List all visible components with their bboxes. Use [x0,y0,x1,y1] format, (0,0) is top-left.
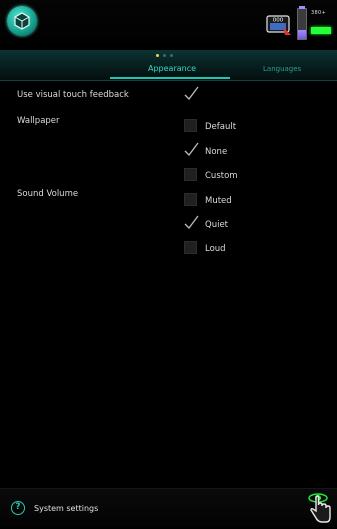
wallpaper-custom-checkbox[interactable] [184,168,197,181]
volume-loud-label: Loud [205,244,226,254]
top-status-bar: 000 380+ [0,0,337,50]
app-logo-icon[interactable] [7,6,37,36]
sound-volume-label: Sound Volume [17,189,79,199]
visual-feedback-label: Use visual touch feedback [17,90,129,100]
device-icon[interactable]: 000 [266,10,292,40]
page-dot-3 [170,54,173,57]
bottom-bar: ? System settings [0,488,337,527]
tab-appearance[interactable]: Appearance [148,64,196,73]
volume-quiet-label: Quiet [205,220,229,230]
volume-muted-checkbox[interactable] [184,193,197,206]
touch-hand-icon[interactable] [306,491,334,529]
device-icon-text: 000 [273,18,284,24]
page-indicator-dots [156,54,173,57]
checkmark-icon [184,86,199,100]
volume-muted-label: Muted [205,196,232,206]
wallpaper-label: Wallpaper [17,116,60,126]
checkmark-icon [184,215,199,229]
help-icon[interactable]: ? [11,501,25,515]
volume-loud-checkbox[interactable] [184,241,197,254]
wallpaper-default-checkbox[interactable] [184,119,197,132]
visual-feedback-checkbox[interactable] [184,86,199,101]
status-small-text: 380+ [311,10,326,16]
wallpaper-none-label: None [205,147,228,157]
page-dot-2 [163,54,166,57]
active-tab-indicator [110,77,230,79]
footer-title: System settings [34,504,99,513]
wallpaper-default-label: Default [205,122,237,132]
tab-bar: Appearance Languages [0,50,337,81]
volume-quiet-checkbox[interactable] [184,215,199,230]
wallpaper-none-checkbox[interactable] [184,142,199,157]
status-indicators: 380+ [297,6,333,40]
battery-icon [297,6,307,40]
battery-level-fill [298,30,306,39]
tab-languages[interactable]: Languages [263,65,301,73]
signal-icon [311,27,331,34]
checkmark-icon [184,142,199,156]
wallpaper-custom-label: Custom [205,171,238,181]
page-dot-1 [156,54,159,57]
